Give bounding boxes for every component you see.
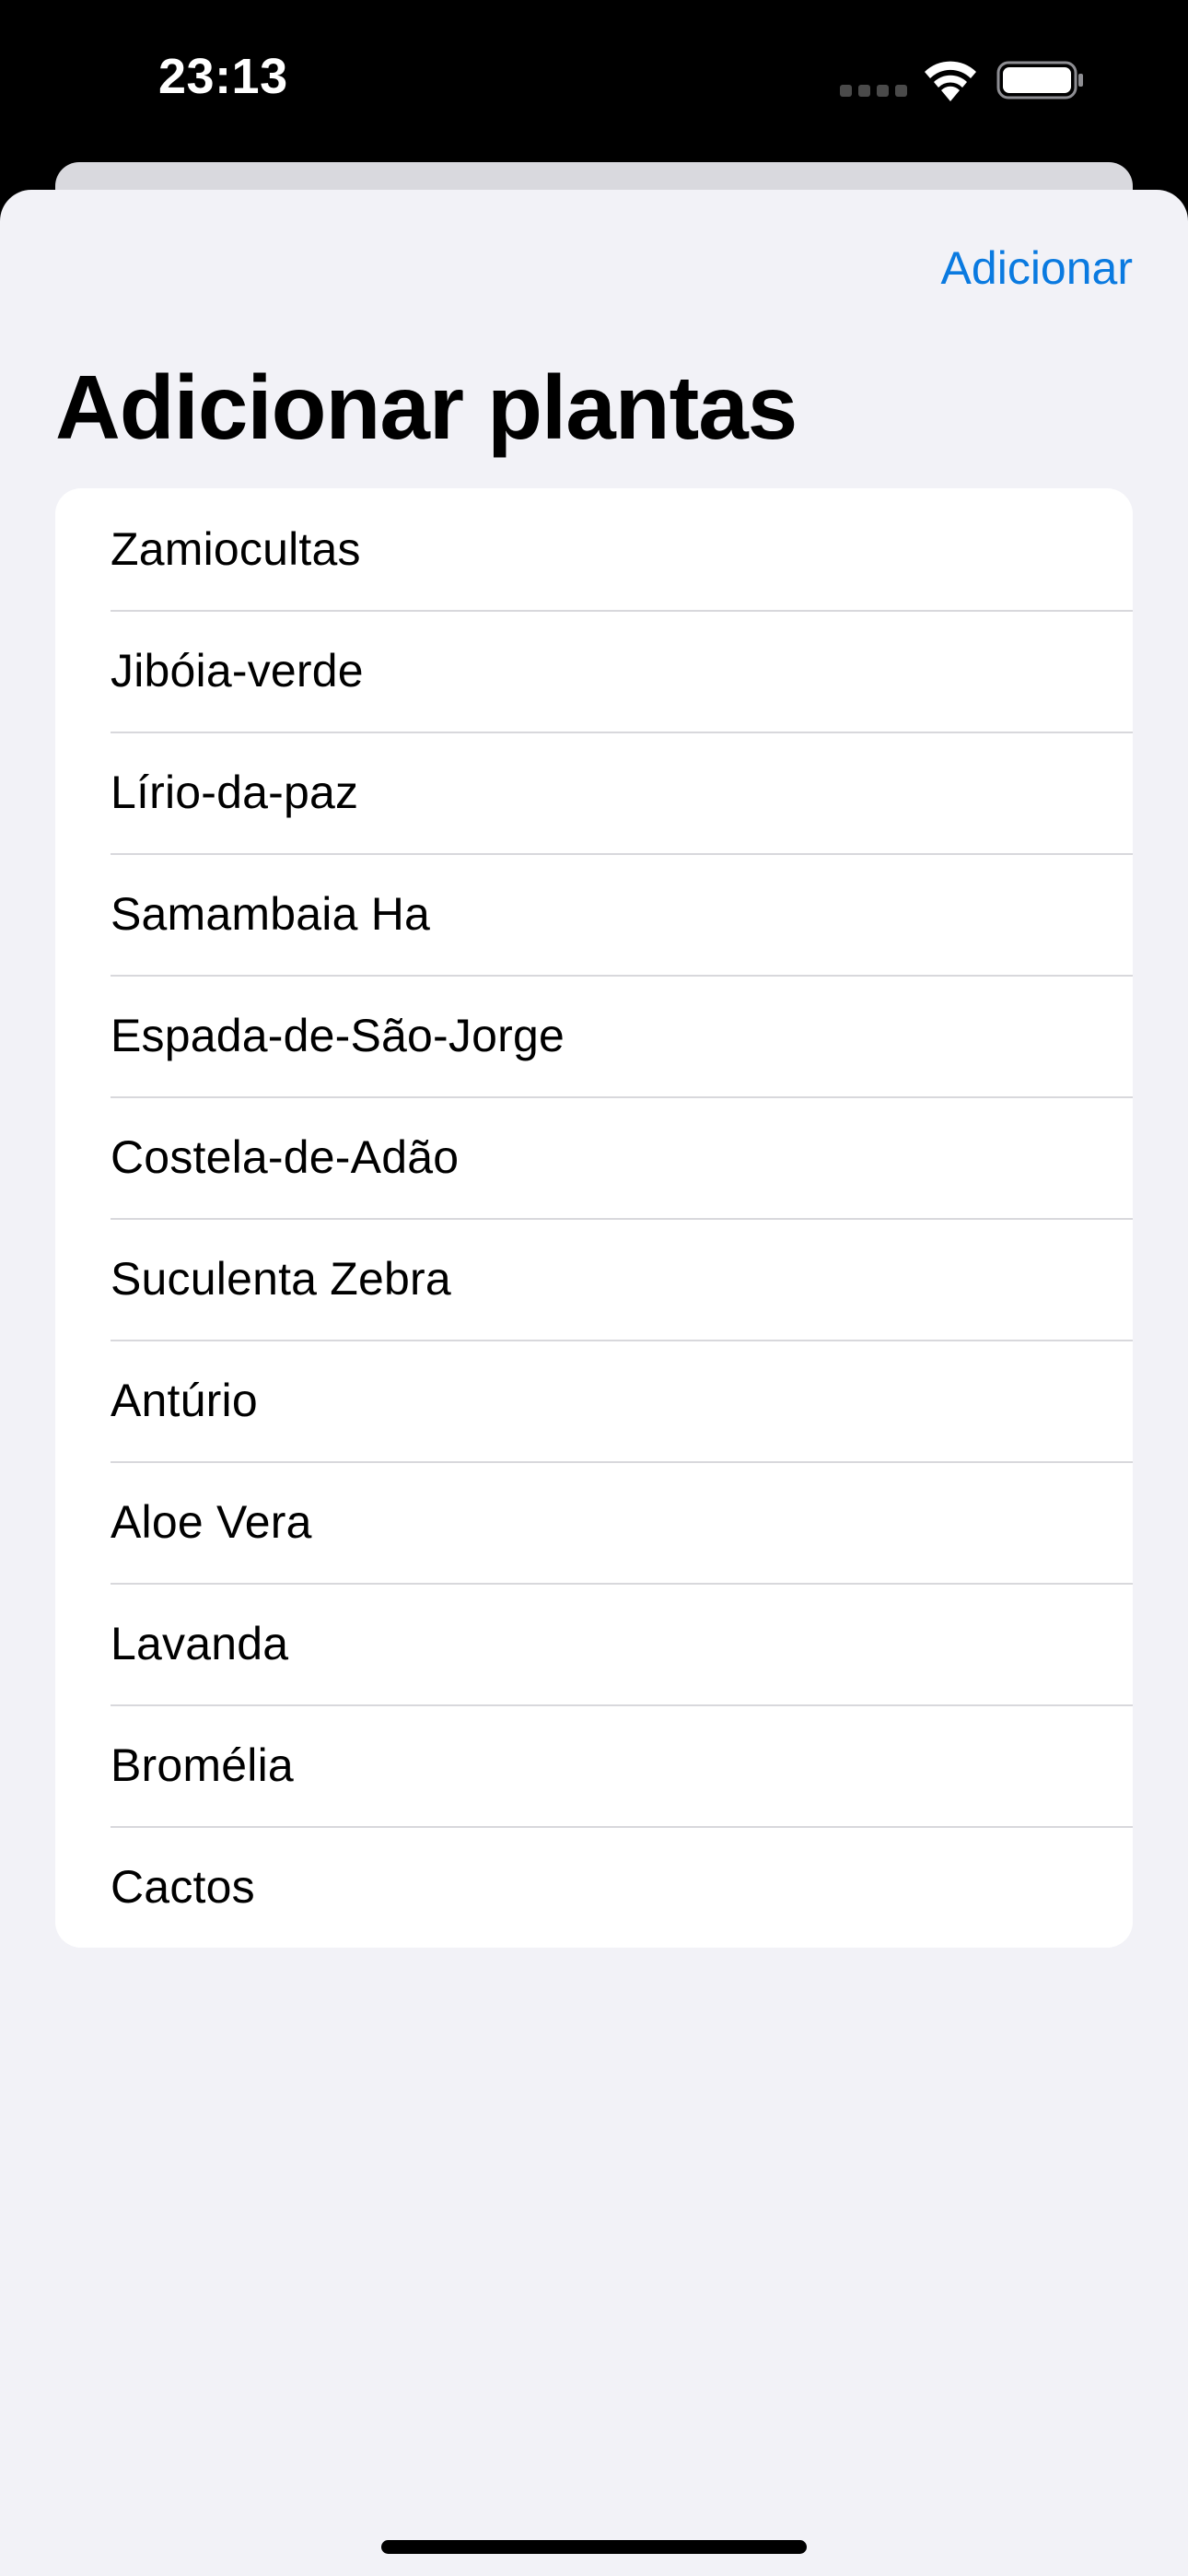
plant-name: Antúrio [111, 1375, 258, 1426]
plant-list: Zamiocultas Jibóia-verde Lírio-da-paz Sa… [55, 488, 1133, 1948]
plant-name: Espada-de-São-Jorge [111, 1010, 565, 1061]
plant-name: Suculenta Zebra [111, 1253, 451, 1305]
cellular-signal-icon [840, 85, 907, 97]
plant-name: Costela-de-Adão [111, 1131, 460, 1183]
battery-icon [996, 61, 1083, 100]
list-item[interactable]: Zamiocultas [55, 488, 1133, 610]
list-item[interactable]: Antúrio [55, 1340, 1133, 1461]
page-title: Adicionar plantas [55, 357, 798, 458]
add-button[interactable]: Adicionar [941, 241, 1133, 295]
plant-name: Cactos [111, 1861, 255, 1913]
home-indicator[interactable] [381, 2540, 807, 2554]
plant-name: Bromélia [111, 1739, 294, 1791]
plant-name: Jibóia-verde [111, 645, 364, 697]
plant-name: Lavanda [111, 1618, 289, 1669]
status-time: 23:13 [158, 49, 288, 104]
list-item[interactable]: Lírio-da-paz [55, 732, 1133, 853]
add-plants-sheet: Adicionar Adicionar plantas Zamiocultas … [0, 190, 1188, 2576]
plant-name: Aloe Vera [111, 1496, 312, 1548]
wifi-icon [925, 61, 976, 101]
list-item[interactable]: Cactos [55, 1826, 1133, 1948]
list-item[interactable]: Samambaia Ha [55, 853, 1133, 975]
list-item[interactable]: Suculenta Zebra [55, 1218, 1133, 1340]
status-bar: 23:13 [0, 0, 1188, 166]
plant-name: Zamiocultas [111, 523, 361, 575]
list-item[interactable]: Bromélia [55, 1704, 1133, 1826]
plant-name: Lírio-da-paz [111, 767, 359, 818]
list-item[interactable]: Espada-de-São-Jorge [55, 975, 1133, 1096]
list-item[interactable]: Aloe Vera [55, 1461, 1133, 1583]
list-item[interactable]: Lavanda [55, 1583, 1133, 1704]
list-item[interactable]: Jibóia-verde [55, 610, 1133, 732]
list-item[interactable]: Costela-de-Adão [55, 1096, 1133, 1218]
plant-name: Samambaia Ha [111, 888, 431, 940]
